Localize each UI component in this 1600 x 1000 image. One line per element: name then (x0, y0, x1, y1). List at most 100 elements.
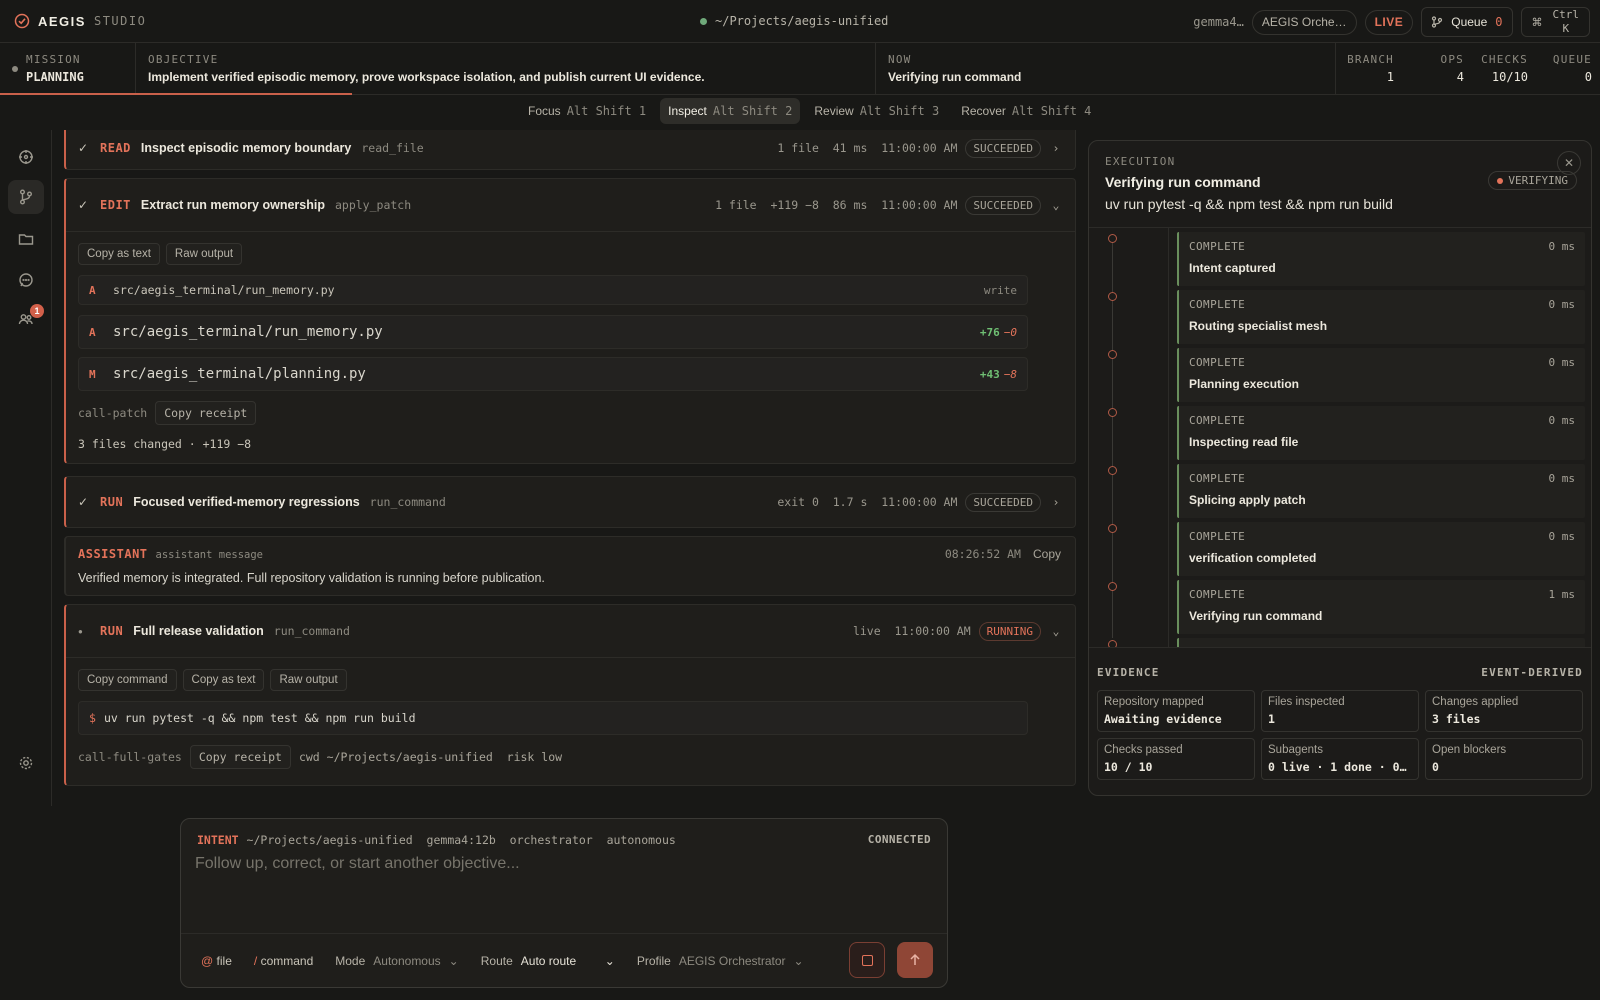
message-time: 08:26:52 AM (944, 547, 1021, 561)
copy-receipt-button[interactable]: Copy receipt (189, 745, 291, 769)
chevron-down-icon[interactable]: ⌄ (1049, 198, 1063, 212)
tab-review[interactable]: Review Alt Shift 3 (806, 98, 947, 124)
timeline-step[interactable]: COMPLETE 0 ms Splicing apply patch (1177, 464, 1585, 518)
evidence-item: Repository mapped Awaiting evidence (1097, 690, 1255, 732)
rail-settings[interactable] (8, 746, 44, 780)
tab-focus[interactable]: Focus Alt Shift 1 (520, 98, 654, 124)
rail-agents[interactable]: 1 (8, 302, 44, 336)
chevron-down-icon[interactable]: ⌄ (1049, 624, 1063, 638)
model-name[interactable]: gemma4… (1193, 15, 1244, 29)
route-select[interactable]: Route Auto route ⌄ (481, 954, 615, 968)
working-directory: cwd ~/Projects/aegis-unified risk low (298, 750, 563, 764)
live-indicator[interactable]: LIVE (1364, 9, 1414, 35)
file-path: src/aegis_terminal/run_memory.py (113, 283, 335, 297)
profile-select[interactable]: Profile AEGIS Orchestrator ⌄ (637, 954, 804, 968)
timeline-step[interactable]: COMPLETE0 ms (1177, 638, 1585, 647)
step-meta: live 11:00:00 AM RUNNING ⌄ (853, 621, 1063, 641)
brand[interactable]: AEGIS STUDIO (14, 13, 214, 29)
mission-bar: MISSION PLANNING OBJECTIVE Implement ver… (0, 43, 1600, 95)
status-badge: SUCCEEDED (965, 138, 1041, 158)
timeline-step[interactable]: COMPLETE 0 ms Inspecting read file (1177, 406, 1585, 460)
queue-button[interactable]: Queue 0 (1421, 7, 1513, 37)
slash-icon: / (253, 954, 258, 968)
timeline-step[interactable]: COMPLETE 0 ms Routing specialist mesh (1177, 290, 1585, 344)
chevron-right-icon[interactable]: › (1049, 495, 1063, 509)
rail-chat[interactable] (8, 263, 44, 297)
stop-button[interactable] (849, 942, 885, 978)
brand-sub: STUDIO (93, 14, 147, 28)
objective: OBJECTIVE Implement verified episodic me… (136, 43, 876, 94)
rail-branches[interactable] (8, 180, 44, 214)
copy-receipt-button[interactable]: Copy receipt (155, 401, 257, 425)
timeline-node-icon (1108, 640, 1117, 647)
mission-dot-icon (12, 66, 18, 72)
top-bar: AEGIS STUDIO ~/Projects/aegis-unified ge… (0, 0, 1600, 43)
step-title: Extract run memory ownership (140, 198, 325, 212)
evidence-label: Open blockers (1432, 744, 1507, 756)
run-card-release[interactable]: ● RUN Full release validation run_comman… (64, 604, 1076, 786)
timeline-node-icon (1108, 466, 1117, 475)
folder-icon (18, 234, 34, 245)
stat-checks: CHECKS 10/10 (1481, 53, 1528, 84)
rail-files[interactable] (8, 222, 44, 256)
chevron-down-icon: ⌄ (604, 954, 615, 968)
tab-recover[interactable]: Recover Alt Shift 4 (953, 98, 1099, 124)
changes-summary: 3 files changed · +119 −8 (78, 437, 252, 451)
left-rail: 1 (0, 130, 52, 806)
profile-pill[interactable]: AEGIS Orche… (1251, 9, 1357, 35)
assistant-message: ASSISTANT assistant message 08:26:52 AM … (64, 536, 1076, 596)
timeline-step[interactable]: COMPLETE 0 ms Planning execution (1177, 348, 1585, 402)
diff-file-row[interactable]: A src/aegis_terminal/run_memory.py +76 −… (78, 315, 1028, 349)
send-button[interactable] (897, 942, 933, 978)
copy-command-button[interactable]: Copy command (78, 669, 177, 691)
agents-badge: 1 (30, 304, 44, 318)
evidence-value: 10 / 10 (1104, 760, 1153, 774)
file-path: src/aegis_terminal/planning.py (113, 366, 366, 382)
gear-icon (19, 756, 33, 770)
execution-timeline[interactable]: COMPLETE 0 ms Intent captured COMPLETE 0 ms R… (1089, 227, 1591, 647)
intent-input[interactable] (195, 855, 933, 931)
step-tool: read_file (361, 141, 424, 155)
copy-as-text-button[interactable]: Copy as text (182, 669, 265, 691)
insert-command-button[interactable]: / command (254, 954, 313, 968)
diff-file-row[interactable]: M src/aegis_terminal/planning.py +43 −8 (78, 357, 1028, 391)
timeline-step[interactable]: COMPLETE 1 ms Verifying run command (1177, 580, 1585, 634)
rail-missions[interactable] (8, 140, 44, 174)
run-card-regressions[interactable]: ✓ RUN Focused verified-memory regression… (64, 476, 1076, 528)
activity-stream[interactable]: ✓ READ Inspect episodic memory boundary … (52, 130, 1088, 806)
intent-context: ~/Projects/aegis-unified gemma4:12b orch… (246, 833, 676, 847)
branch-icon (1432, 16, 1443, 28)
timeline-step[interactable]: COMPLETE 0 ms verification completed (1177, 522, 1585, 576)
raw-output-button[interactable]: Raw output (270, 669, 347, 691)
check-icon: ✓ (78, 198, 89, 212)
timeline-node-icon (1108, 582, 1117, 591)
edit-card[interactable]: ✓ EDIT Extract run memory ownership appl… (64, 178, 1076, 464)
step-kind: RUN (100, 495, 124, 509)
workspace-path[interactable]: ~/Projects/aegis-unified (700, 14, 888, 28)
shortcut-line-1: Ctrl (1552, 8, 1580, 21)
chevron-right-icon[interactable]: › (1049, 141, 1063, 155)
step-title: Full release validation (133, 624, 264, 638)
chat-icon (19, 273, 33, 287)
step-tool: apply_patch (334, 198, 412, 212)
evidence-label: Repository mapped (1104, 696, 1204, 708)
mode-select[interactable]: Mode Autonomous ⌄ (335, 954, 458, 968)
step-title: Focused verified-memory regressions (133, 495, 360, 509)
now-value: Verifying run command (888, 70, 1022, 84)
read-card[interactable]: ✓ READ Inspect episodic memory boundary … (64, 130, 1076, 170)
branch-icon (20, 189, 32, 205)
status-badge: RUNNING (978, 621, 1041, 641)
step-state: COMPLETE (1189, 472, 1246, 485)
command-palette-button[interactable]: ⌘ Ctrl K (1520, 7, 1590, 37)
raw-output-button[interactable]: Raw output (165, 243, 243, 265)
connection-status: CONNECTED (867, 833, 931, 846)
write-file-row[interactable]: A src/aegis_terminal/run_memory.py write (78, 275, 1028, 305)
command-block[interactable]: $ uv run pytest -q && npm test && npm ru… (78, 701, 1028, 735)
timeline-step[interactable]: COMPLETE 0 ms Intent captured (1177, 232, 1585, 286)
copy-as-text-button[interactable]: Copy as text (78, 243, 160, 265)
tab-inspect[interactable]: Inspect Alt Shift 2 (660, 98, 801, 124)
attach-file-button[interactable]: @ file (201, 954, 232, 968)
copy-message-button[interactable]: Copy (1033, 547, 1061, 561)
evidence-label: Changes applied (1432, 696, 1519, 708)
evidence-item: Files inspected 1 (1261, 690, 1419, 732)
